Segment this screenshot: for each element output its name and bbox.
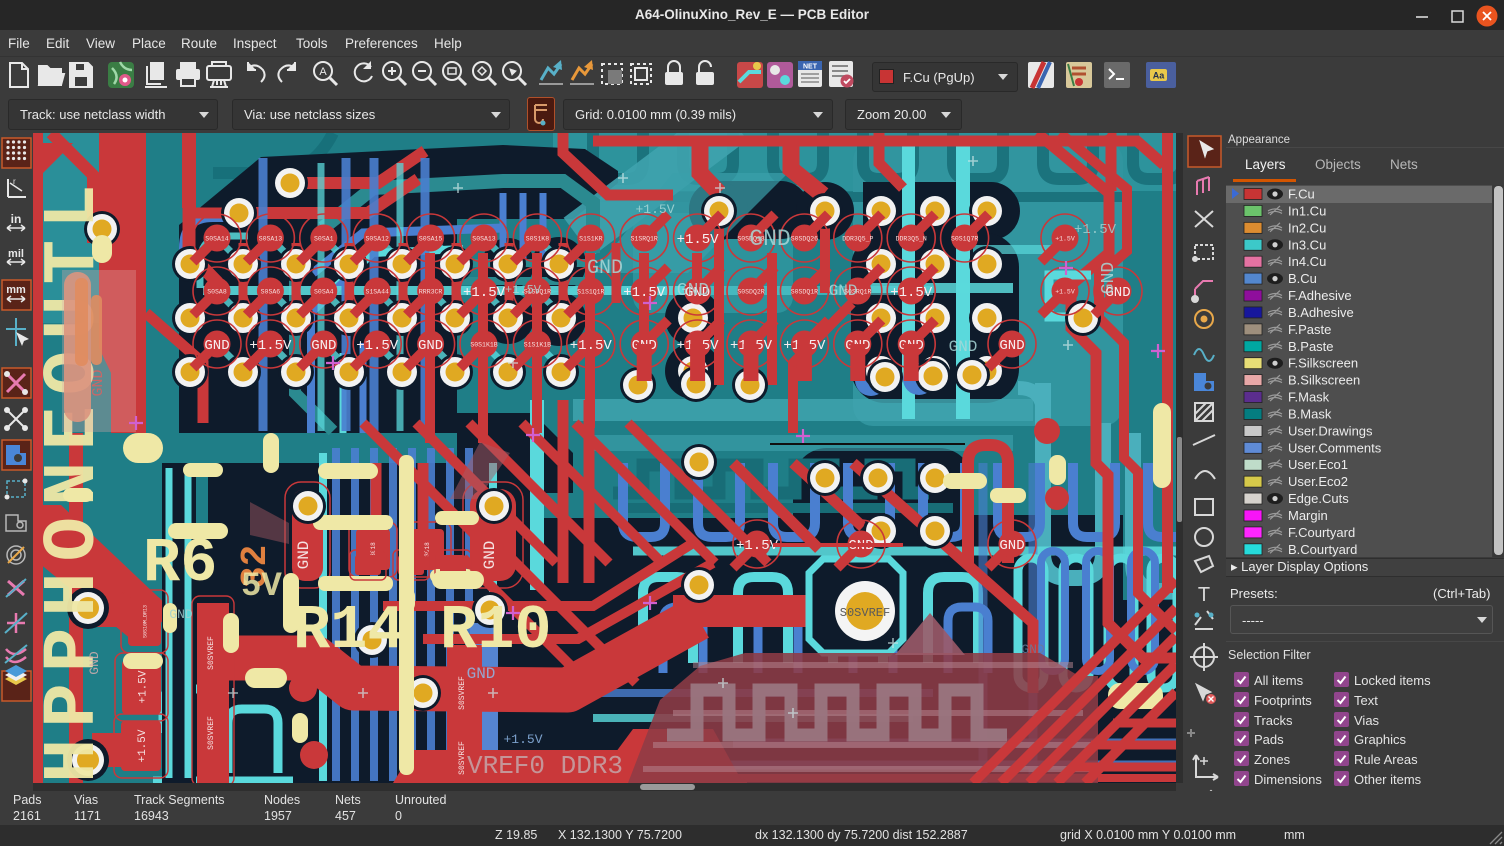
- svg-text:B.Paste: B.Paste: [1288, 339, 1334, 354]
- svg-text:+1.5V: +1.5V: [677, 232, 720, 248]
- svg-text:HPPHONEOUTL: HPPHONEOUTL: [33, 174, 116, 783]
- svg-text:3018: 3018: [424, 542, 431, 557]
- svg-text:S0SA14: S0SA14: [205, 236, 229, 243]
- svg-text:In1.Cu: In1.Cu: [1288, 203, 1326, 218]
- svg-text:F.Courtyard: F.Courtyard: [1288, 525, 1355, 540]
- svg-text:F.Mask: F.Mask: [1288, 390, 1330, 405]
- svg-text:T: T: [1198, 584, 1210, 606]
- svg-text:+1.5V: +1.5V: [249, 338, 292, 354]
- svg-text:GND: GND: [999, 338, 1024, 354]
- svg-text:GND: GND: [295, 541, 313, 570]
- svg-text:DDR3Q5_N: DDR3Q5_N: [896, 236, 927, 243]
- svg-text:r: r: [13, 177, 16, 186]
- svg-text:GND: GND: [999, 538, 1024, 554]
- svg-text:GND: GND: [87, 651, 102, 675]
- svg-text:S0S1K1B: S0S1K1B: [470, 342, 497, 349]
- svg-text:B.Courtyard: B.Courtyard: [1288, 542, 1357, 557]
- svg-text:S0SDQ2R: S0SDQ2R: [737, 289, 764, 296]
- svg-text:+1.5V: +1.5V: [890, 285, 933, 301]
- svg-text:GND: GND: [749, 226, 790, 252]
- svg-text:VREF0 DDR3: VREF0 DDR3: [467, 751, 623, 781]
- svg-text:S0SDQ26: S0SDQ26: [791, 236, 818, 243]
- svg-text:S1S1K1B: S1S1K1B: [524, 342, 551, 349]
- svg-text:In4.Cu: In4.Cu: [1288, 254, 1326, 269]
- svg-text:+1.5V: +1.5V: [736, 538, 779, 554]
- svg-text:S0SA4: S0SA4: [314, 289, 334, 296]
- svg-text:+1.5V: +1.5V: [356, 338, 399, 354]
- svg-text:mil: mil: [8, 248, 24, 260]
- svg-text:GND: GND: [677, 281, 709, 301]
- svg-text:S1S1KR: S1S1KR: [579, 236, 603, 243]
- svg-text:S1SRQ1R: S1SRQ1R: [631, 236, 658, 243]
- svg-text:R14: R14: [293, 595, 405, 666]
- svg-text:+1.5V: +1.5V: [505, 283, 542, 297]
- svg-text:F.Silkscreen: F.Silkscreen: [1288, 356, 1358, 371]
- svg-text:NET: NET: [803, 64, 818, 71]
- svg-text:GND: GND: [311, 338, 336, 354]
- svg-text:S0S1K8: S0S1K8: [526, 236, 550, 243]
- svg-text:Aa: Aa: [1153, 71, 1165, 81]
- svg-text:User.Eco1: User.Eco1: [1288, 457, 1348, 472]
- svg-text:User.Comments: User.Comments: [1288, 440, 1382, 455]
- svg-text:A: A: [319, 66, 327, 78]
- svg-text:B.Mask: B.Mask: [1288, 406, 1332, 421]
- svg-text:GND: GND: [481, 541, 499, 570]
- svg-text:GND: GND: [587, 257, 623, 280]
- svg-text:S0SVREF: S0SVREF: [458, 741, 467, 775]
- svg-text:GND: GND: [829, 282, 858, 300]
- svg-text:S0SVREF: S0SVREF: [840, 606, 890, 620]
- svg-text:S0S10M_DR13: S0S10M_DR13: [142, 605, 148, 638]
- svg-text:S0SDQ1R: S0SDQ1R: [791, 289, 818, 296]
- svg-text:+1.5V: +1.5V: [1074, 222, 1117, 238]
- svg-text:B.Cu: B.Cu: [1288, 271, 1317, 286]
- svg-text:S1SA44: S1SA44: [365, 289, 389, 296]
- svg-text:GND: GND: [949, 338, 978, 356]
- svg-text:S0SVREF: S0SVREF: [207, 716, 216, 750]
- svg-text:in: in: [11, 212, 22, 226]
- svg-text:S0SA13: S0SA13: [472, 236, 496, 243]
- svg-text:R10: R10: [440, 595, 552, 666]
- svg-text:+1.5V: +1.5V: [137, 670, 149, 703]
- svg-text:B.Adhesive: B.Adhesive: [1288, 305, 1354, 320]
- svg-text:+1.5V: +1.5V: [635, 202, 674, 217]
- svg-text:GND: GND: [467, 665, 496, 683]
- svg-text:+1.5V: +1.5V: [463, 285, 506, 301]
- svg-text:+1.5V: +1.5V: [137, 729, 149, 762]
- svg-text:User.Eco2: User.Eco2: [1288, 474, 1348, 489]
- svg-text:F.Cu: F.Cu: [1288, 187, 1315, 202]
- svg-text:+1.5V: +1.5V: [1055, 236, 1075, 243]
- svg-text:GND: GND: [204, 338, 229, 354]
- svg-text:GND: GND: [169, 607, 193, 622]
- svg-text:F.Adhesive: F.Adhesive: [1288, 288, 1352, 303]
- svg-text:In2.Cu: In2.Cu: [1288, 220, 1326, 235]
- svg-text:S0SA1: S0SA1: [314, 236, 334, 243]
- svg-text:+1.5V: +1.5V: [570, 338, 613, 354]
- svg-text:GND: GND: [418, 338, 443, 354]
- svg-text:B.Silkscreen: B.Silkscreen: [1288, 373, 1360, 388]
- svg-text:Edge.Cuts: Edge.Cuts: [1288, 491, 1349, 506]
- svg-text:GND: GND: [1099, 262, 1119, 294]
- svg-text:S0SA6: S0SA6: [261, 289, 281, 296]
- svg-text:DDR3Q5_P: DDR3Q5_P: [842, 236, 873, 243]
- svg-text:S1S1Q1R: S1S1Q1R: [577, 289, 604, 296]
- svg-text:+1.5V: +1.5V: [503, 732, 542, 747]
- svg-text:mm: mm: [6, 284, 26, 296]
- svg-text:Margin: Margin: [1288, 508, 1328, 523]
- svg-text:S0SA15: S0SA15: [419, 236, 443, 243]
- svg-text:RRR3CR: RRR3CR: [419, 289, 443, 296]
- svg-text:+1.5V: +1.5V: [623, 285, 666, 301]
- svg-text:GND: GND: [1021, 642, 1045, 657]
- svg-text:S0SVREF: S0SVREF: [207, 636, 216, 670]
- svg-text:S0SA12: S0SA12: [365, 236, 389, 243]
- svg-text:User.Drawings: User.Drawings: [1288, 423, 1373, 438]
- svg-text:S0SA13: S0SA13: [259, 236, 283, 243]
- svg-text:S0S1Q7R: S0S1Q7R: [951, 236, 978, 243]
- svg-text:In3.Cu: In3.Cu: [1288, 237, 1326, 252]
- svg-text:S0SA8: S0SA8: [207, 289, 227, 296]
- svg-text:F.Paste: F.Paste: [1288, 322, 1331, 337]
- svg-text:+1.5V: +1.5V: [1055, 289, 1075, 296]
- svg-text:5V: 5V: [241, 568, 282, 606]
